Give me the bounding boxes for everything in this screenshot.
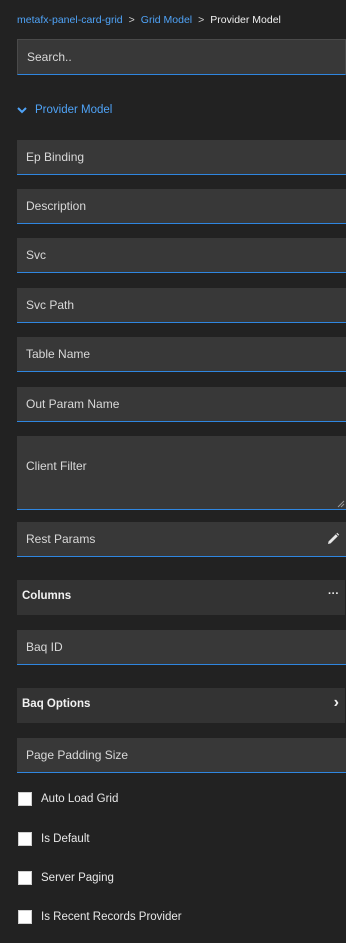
- svc-path-field[interactable]: Svc Path: [17, 288, 346, 323]
- baq-options-panel[interactable]: Baq Options ›: [17, 688, 345, 723]
- ep-binding-field[interactable]: Ep Binding: [17, 140, 346, 175]
- breadcrumb-current: Provider Model: [210, 14, 281, 26]
- rest-params-label: Rest Params: [26, 532, 96, 546]
- table-name-label: Table Name: [26, 347, 91, 361]
- breadcrumb-grid-model-link[interactable]: Grid Model: [141, 14, 192, 26]
- description-field[interactable]: Description: [17, 189, 346, 224]
- baq-id-field[interactable]: Baq ID: [17, 630, 346, 665]
- description-label: Description: [26, 199, 87, 213]
- breadcrumb-separator: >: [128, 14, 135, 26]
- provider-model-panel: metafx-panel-card-grid > Grid Model > Pr…: [0, 0, 346, 943]
- is-default-checkbox[interactable]: [18, 832, 32, 846]
- section-title: Provider Model: [35, 104, 113, 116]
- rest-params-field[interactable]: Rest Params: [17, 522, 346, 557]
- svc-path-label: Svc Path: [26, 298, 75, 312]
- client-filter-label: Client Filter: [26, 459, 87, 473]
- auto-load-grid-checkbox[interactable]: [18, 792, 32, 806]
- server-paging-label: Server Paging: [41, 872, 114, 884]
- pencil-icon[interactable]: [326, 532, 340, 546]
- is-recent-records-provider-label: Is Recent Records Provider: [41, 911, 182, 923]
- chevron-down-icon: [17, 106, 27, 113]
- server-paging-option[interactable]: Server Paging: [18, 871, 114, 885]
- search-placeholder: Search..: [27, 50, 72, 64]
- out-param-name-field[interactable]: Out Param Name: [17, 387, 346, 422]
- columns-panel[interactable]: Columns ···: [17, 580, 345, 615]
- table-name-field[interactable]: Table Name: [17, 337, 346, 372]
- baq-options-label: Baq Options: [22, 698, 91, 710]
- is-recent-records-provider-checkbox[interactable]: [18, 910, 32, 924]
- is-recent-records-provider-option[interactable]: Is Recent Records Provider: [18, 910, 182, 924]
- svc-label: Svc: [26, 248, 47, 262]
- is-default-option[interactable]: Is Default: [18, 832, 90, 846]
- baq-id-label: Baq ID: [26, 640, 63, 654]
- server-paging-checkbox[interactable]: [18, 871, 32, 885]
- more-icon[interactable]: ···: [328, 589, 339, 600]
- section-header-provider-model[interactable]: Provider Model: [17, 104, 112, 116]
- auto-load-grid-label: Auto Load Grid: [41, 793, 119, 805]
- chevron-right-icon: ›: [333, 694, 339, 711]
- page-padding-size-field[interactable]: Page Padding Size: [17, 738, 346, 773]
- client-filter-textarea[interactable]: Client Filter: [17, 436, 346, 510]
- columns-label: Columns: [22, 590, 72, 602]
- auto-load-grid-option[interactable]: Auto Load Grid: [18, 792, 118, 806]
- page-padding-size-label: Page Padding Size: [26, 748, 129, 762]
- ep-binding-label: Ep Binding: [26, 150, 85, 164]
- resize-handle-icon[interactable]: [337, 500, 345, 508]
- breadcrumb-root-link[interactable]: metafx-panel-card-grid: [17, 14, 123, 26]
- is-default-label: Is Default: [41, 833, 90, 845]
- svc-field[interactable]: Svc: [17, 238, 346, 273]
- out-param-name-label: Out Param Name: [26, 397, 120, 411]
- breadcrumb: metafx-panel-card-grid > Grid Model > Pr…: [17, 14, 281, 26]
- breadcrumb-separator: >: [198, 14, 205, 26]
- search-input[interactable]: Search..: [17, 39, 346, 75]
